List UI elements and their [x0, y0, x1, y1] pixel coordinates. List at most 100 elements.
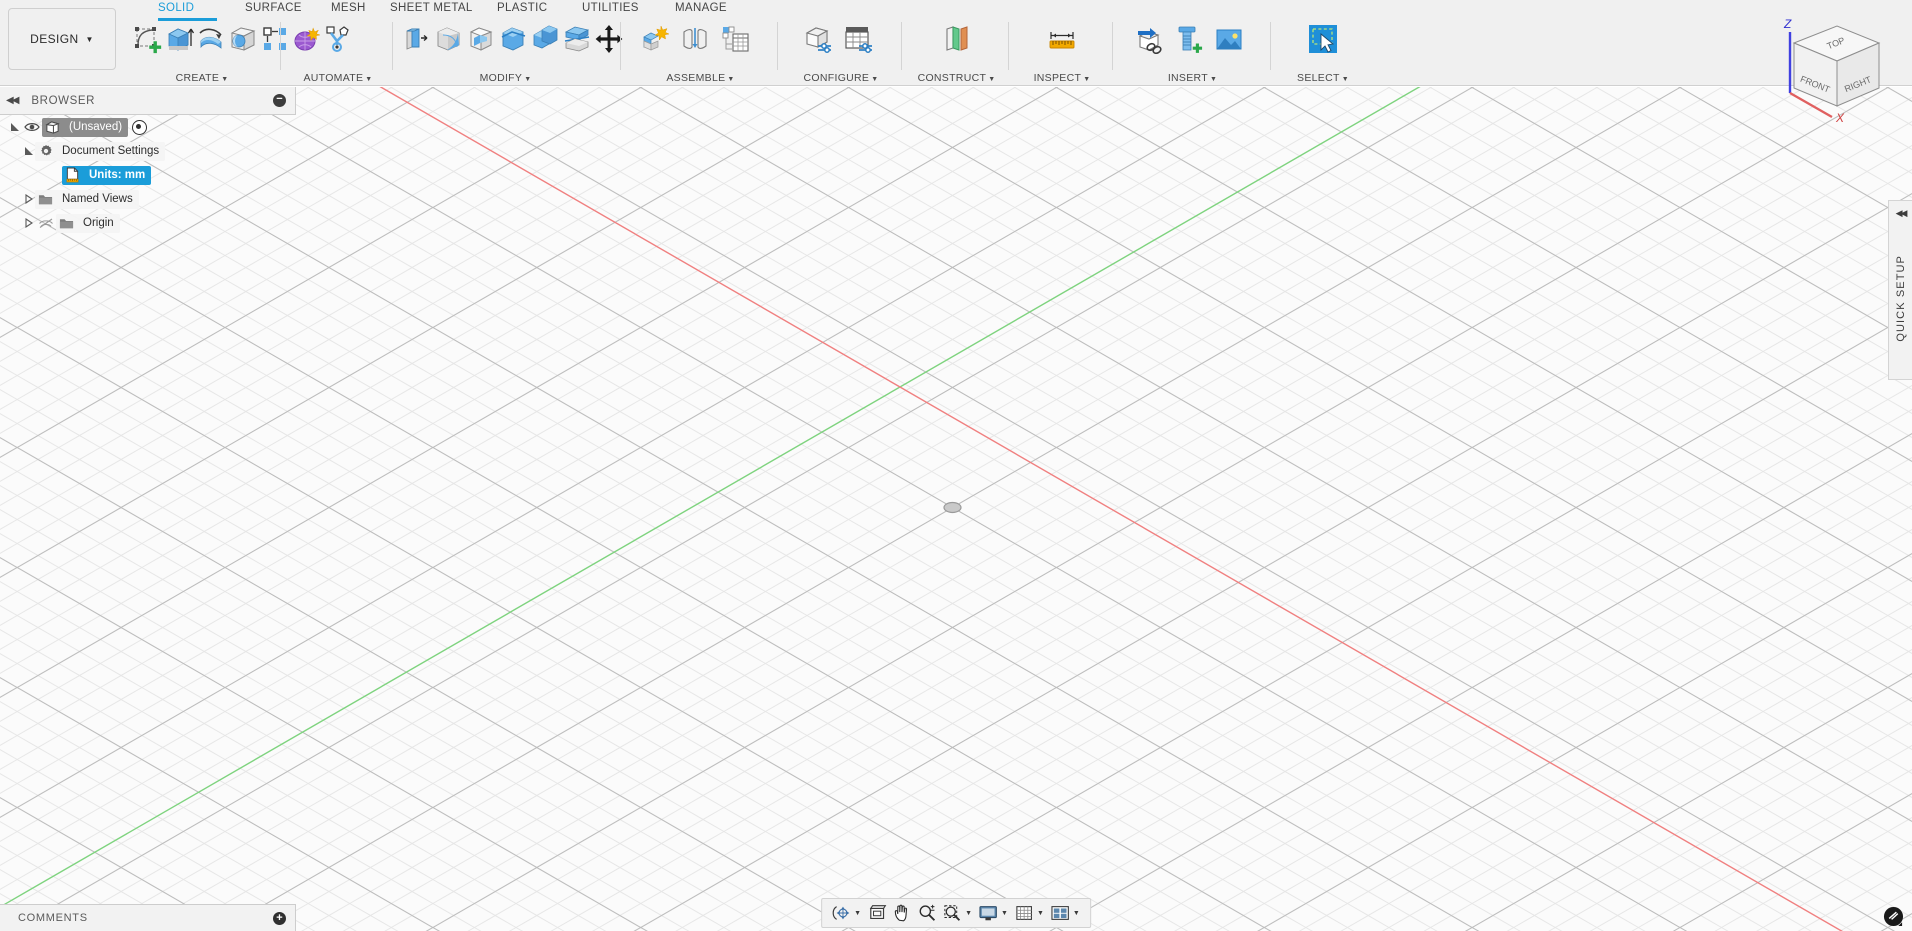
panel-label-select[interactable]: SELECT ▼: [1278, 72, 1368, 84]
comments-panel[interactable]: COMMENTS +: [0, 904, 296, 931]
insert-mcmaster-icon[interactable]: [1170, 18, 1208, 60]
activate-component-radio[interactable]: [132, 119, 148, 135]
create-sketch-icon[interactable]: [132, 18, 162, 60]
split-face-icon[interactable]: [562, 18, 592, 60]
gear-icon: [35, 139, 56, 163]
tree-item-named-views[interactable]: Named Views: [0, 187, 300, 211]
panel-label-modify[interactable]: MODIFY ▼: [398, 72, 613, 84]
ribbon-separator: [392, 22, 393, 70]
pan-icon[interactable]: [890, 900, 914, 926]
tree-label-document-settings: Document Settings: [62, 145, 160, 157]
viewport-layout-icon[interactable]: [1048, 900, 1072, 926]
tree-node-pill-named-views[interactable]: Named Views: [35, 189, 139, 209]
tree-node-pill-origin[interactable]: Origin: [56, 213, 120, 233]
panel-configure: CONFIGURE ▼: [785, 18, 897, 86]
panel-label-assemble[interactable]: ASSEMBLE ▼: [628, 72, 773, 84]
revolve-icon[interactable]: [196, 18, 226, 60]
expand-triangle-icon[interactable]: [8, 115, 21, 139]
ribbon-separator: [280, 22, 281, 70]
panel-select: SELECT ▼: [1278, 18, 1368, 86]
insert-derive-icon[interactable]: [1130, 18, 1168, 60]
panel-modify: MODIFY ▼: [398, 18, 623, 86]
combine-icon[interactable]: [530, 18, 560, 60]
orbit-icon[interactable]: [829, 900, 853, 926]
grid-snaps-icon[interactable]: [1012, 900, 1036, 926]
look-at-icon[interactable]: [865, 900, 889, 926]
marking-menu-icon[interactable]: [1883, 906, 1904, 927]
panel-label-create[interactable]: CREATE ▼: [128, 72, 276, 84]
browser-minimize-button[interactable]: −: [273, 94, 286, 107]
collapse-triangle-icon[interactable]: [22, 211, 35, 235]
measure-icon[interactable]: [1043, 18, 1081, 60]
workspace-label: DESIGN: [30, 32, 79, 46]
browser-tree: (Unsaved) Document Settings Units: mm Na…: [0, 115, 300, 235]
panel-label-inspect[interactable]: INSPECT ▼: [1016, 72, 1108, 84]
offset-face-icon[interactable]: [498, 18, 528, 60]
panel-construct: CONSTRUCT ▼: [909, 18, 1004, 86]
select-icon[interactable]: [1304, 18, 1342, 60]
add-comment-button[interactable]: +: [273, 911, 286, 925]
viewport-dropdown-caret-icon[interactable]: ▼: [1073, 910, 1080, 917]
automate-icon[interactable]: [318, 18, 356, 60]
shell-icon[interactable]: [466, 18, 496, 60]
viewcube-z-label: Z: [1783, 17, 1792, 31]
offset-plane-icon[interactable]: [937, 18, 975, 60]
panel-label-insert[interactable]: INSERT ▼: [1120, 72, 1265, 84]
grid-dropdown-caret-icon[interactable]: ▼: [1037, 910, 1044, 917]
tree-item-unsaved[interactable]: (Unsaved): [0, 115, 300, 139]
pattern-icon[interactable]: [260, 18, 290, 60]
tree-node-pill-units[interactable]: Units: mm: [62, 163, 152, 187]
collapse-browser-icon[interactable]: ◀◀: [6, 95, 19, 106]
viewcube-x-label: X: [1835, 111, 1845, 125]
configuration-table-icon[interactable]: [839, 18, 877, 60]
new-component-icon[interactable]: [636, 18, 674, 60]
ribbon-separator: [1112, 22, 1113, 70]
tree-item-origin[interactable]: Origin: [0, 211, 300, 235]
orbit-dropdown-caret-icon[interactable]: ▼: [854, 910, 861, 917]
view-cube[interactable]: Z X TOP FRONT RIGHT: [1762, 10, 1902, 125]
tree-label-named-views: Named Views: [62, 193, 133, 205]
collapse-triangle-icon[interactable]: [22, 187, 35, 211]
browser-panel-header: ◀◀ BROWSER −: [0, 87, 296, 115]
expand-triangle-icon[interactable]: [22, 139, 35, 163]
chevron-down-icon: ▼: [85, 34, 94, 44]
panel-insert: INSERT ▼: [1120, 18, 1265, 86]
panel-label-construct[interactable]: CONSTRUCT ▼: [909, 72, 1004, 84]
workspace-switcher-button[interactable]: DESIGN ▼: [8, 8, 116, 70]
display-dropdown-caret-icon[interactable]: ▼: [1001, 910, 1008, 917]
extrude-icon[interactable]: [164, 18, 194, 60]
ribbon-separator: [1270, 22, 1271, 70]
bom-icon[interactable]: [716, 18, 754, 60]
fit-dropdown-caret-icon[interactable]: ▼: [965, 910, 972, 917]
zoom-icon[interactable]: [915, 900, 939, 926]
comments-title: COMMENTS: [18, 912, 88, 924]
press-pull-icon[interactable]: [402, 18, 432, 60]
ribbon-separator: [1008, 22, 1009, 70]
visibility-eye-icon[interactable]: [21, 115, 42, 139]
fit-icon[interactable]: [940, 900, 964, 926]
fillet-icon[interactable]: [434, 18, 464, 60]
quick-setup-panel[interactable]: ◀◀ QUICK SETUP: [1888, 200, 1912, 380]
panel-inspect: INSPECT ▼: [1016, 18, 1108, 86]
panel-label-automate[interactable]: AUTOMATE ▼: [288, 72, 388, 84]
browser-title: BROWSER: [31, 94, 96, 107]
insert-canvas-icon[interactable]: [1210, 18, 1248, 60]
tree-label-origin: Origin: [83, 217, 114, 229]
tree-item-document-settings[interactable]: Document Settings: [0, 139, 300, 163]
ribbon-separator: [777, 22, 778, 70]
ribbon-separator: [620, 22, 621, 70]
display-settings-icon[interactable]: [976, 900, 1000, 926]
collapse-quicksetup-icon[interactable]: ◀◀: [1896, 208, 1908, 219]
tree-item-units[interactable]: Units: mm: [0, 163, 300, 187]
panel-create: CREATE ▼: [128, 18, 320, 86]
visibility-eye-hidden-icon[interactable]: [35, 211, 56, 235]
configure-design-icon[interactable]: [799, 18, 837, 60]
units-icon: [62, 163, 83, 187]
sphere-icon[interactable]: [228, 18, 258, 60]
tree-node-pill-unsaved[interactable]: (Unsaved): [42, 117, 129, 137]
tree-node-pill-document-settings[interactable]: Document Settings: [35, 139, 166, 163]
joint-icon[interactable]: [676, 18, 714, 60]
panel-label-configure[interactable]: CONFIGURE ▼: [785, 72, 897, 84]
quick-setup-label: QUICK SETUP: [1894, 255, 1907, 342]
origin-marker: [943, 501, 962, 514]
